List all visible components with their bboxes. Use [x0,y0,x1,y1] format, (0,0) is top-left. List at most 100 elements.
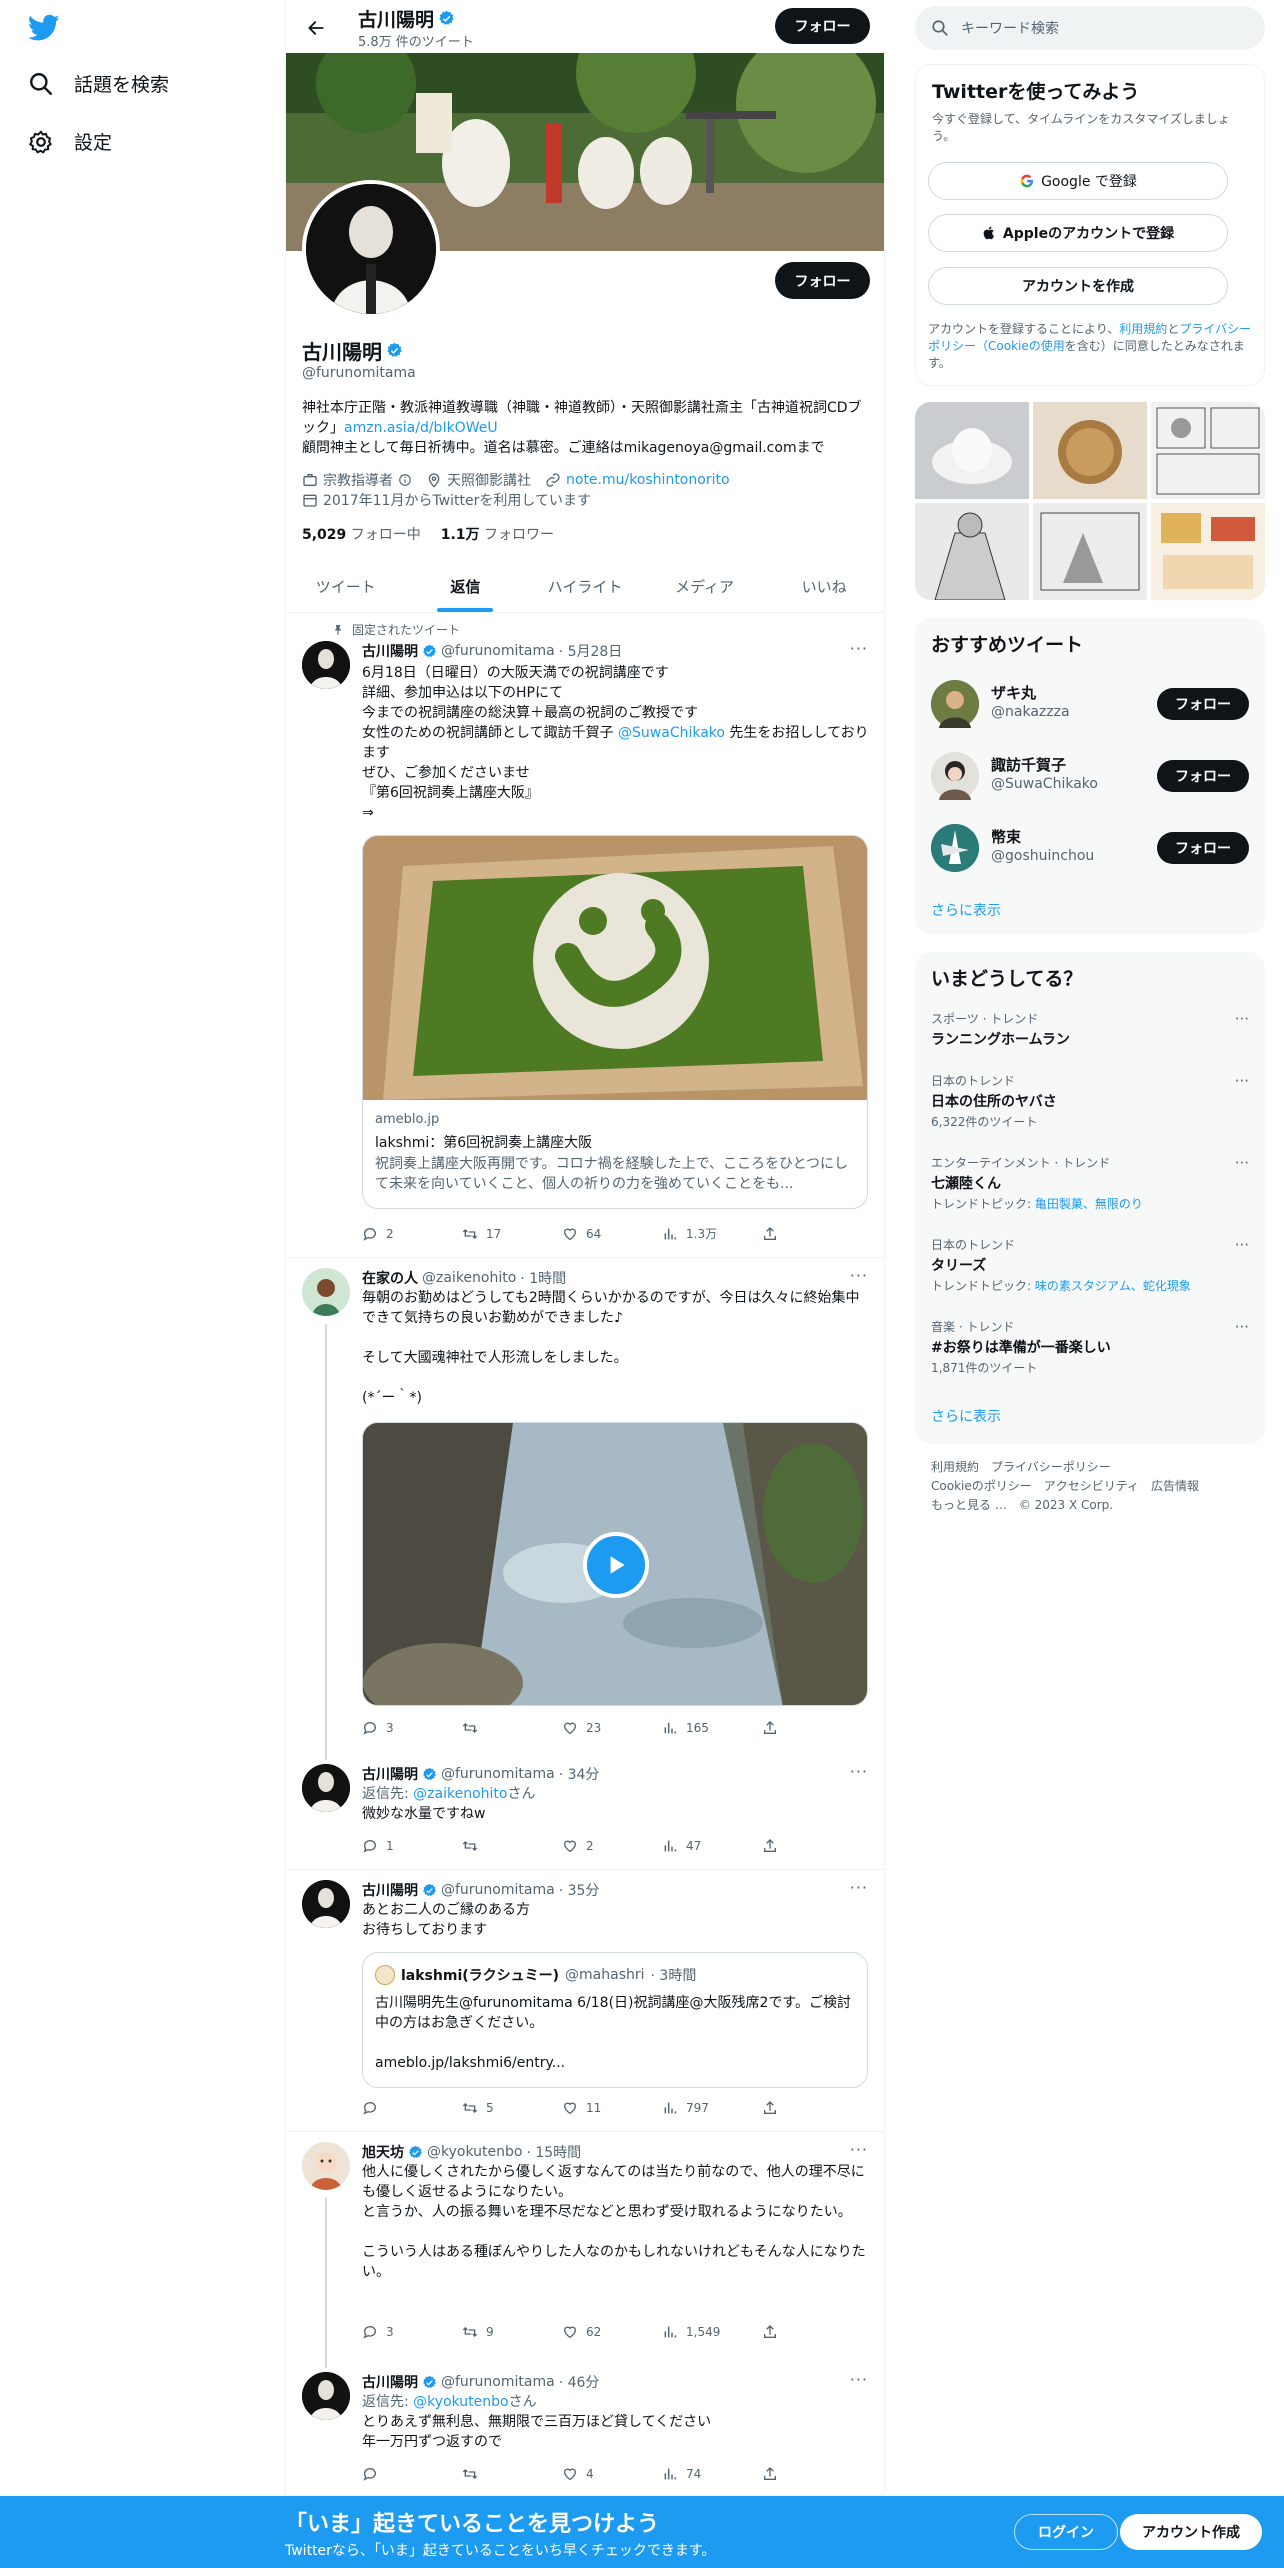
share-button[interactable] [762,1225,782,1242]
like-button[interactable]: 62 [562,2324,622,2340]
share-button[interactable] [762,1838,782,1854]
footer-line-1[interactable]: 利用規約 プライバシーポリシー [931,1458,1251,1477]
signup-button[interactable]: アカウント作成 [1120,2514,1262,2550]
create-account-button[interactable]: アカウントを作成 [928,267,1228,305]
more-options-icon[interactable]: ··· [850,639,868,658]
trend-item[interactable]: 日本のトレンド 日本の住所のヤバさ 6,322件のツイート ··· [931,1072,1249,1130]
more-options-icon[interactable]: ··· [850,1266,868,1285]
more-options-icon[interactable]: ··· [1235,1072,1249,1090]
tweet-author-name[interactable]: 古川陽明 [362,2372,418,2392]
info-icon[interactable] [398,473,412,487]
views-button[interactable]: 1,549 [662,2324,722,2340]
tab-replies[interactable]: 返信 [406,560,526,612]
trend-item[interactable]: 音楽 · トレンド #お祭りは準備が一番楽しい 1,871件のツイート ··· [931,1318,1249,1376]
tweet-time[interactable]: · 5月28日 [559,641,623,661]
avatar[interactable] [302,2142,350,2190]
followers-link[interactable]: 1.1万 フォロワー [441,524,554,544]
reply-button[interactable]: 3 [362,1720,422,1736]
retweet-button[interactable]: 5 [462,2100,522,2116]
nav-settings[interactable]: 設定 [28,128,112,155]
views-button[interactable]: 797 [662,2100,722,2116]
views-button[interactable]: 165 [662,1720,722,1736]
quoted-tweet[interactable]: lakshmi(ラクシュミー) @mahashri · 3時間 古川陽明先生@f… [362,1952,868,2088]
tweet-author-handle[interactable]: @furunomitama [441,1882,555,1898]
follow-button[interactable]: フォロー [1157,832,1249,864]
retweet-button[interactable]: 17 [462,1225,522,1242]
recommended-show-more[interactable]: さらに表示 [931,900,1001,920]
tweet-author-name[interactable]: 古川陽明 [362,641,418,661]
terms-link[interactable]: 利用規約 [1119,322,1167,336]
reply-button[interactable] [362,2466,422,2482]
retweet-button[interactable]: 9 [462,2324,522,2340]
header-follow-button[interactable]: フォロー [775,8,870,44]
tweet-author-handle[interactable]: @furunomitama [441,2374,555,2390]
reply-button[interactable]: 2 [362,1225,422,1242]
retweet-button[interactable] [462,2466,522,2482]
follow-button[interactable]: フォロー [1157,760,1249,792]
back-button[interactable] [300,12,332,44]
apple-signup-button[interactable]: Appleのアカウントで登録 [928,214,1228,252]
tab-likes[interactable]: いいね [764,560,884,612]
recommended-user[interactable]: 諏訪千賀子 @SuwaChikako フォロー [931,748,1249,804]
share-button[interactable] [762,2100,782,2116]
tweet-time[interactable]: · 15時間 [526,2142,581,2162]
views-button[interactable]: 1.3万 [662,1225,722,1242]
tweet-author-handle[interactable]: @furunomitama [441,643,555,659]
more-options-icon[interactable]: ··· [1235,1154,1249,1172]
profile-follow-button[interactable]: フォロー [775,262,870,299]
tweet-author-name[interactable]: 旭天坊 [362,2142,404,2162]
reply-to-link[interactable]: @kyokutenbo [413,2394,508,2410]
more-options-icon[interactable]: ··· [850,2140,868,2159]
trend-item[interactable]: スポーツ · トレンド ランニングホームラン ··· [931,1010,1249,1049]
avatar[interactable] [302,1764,350,1812]
like-button[interactable]: 2 [562,1838,622,1854]
profile-website-text[interactable]: note.mu/koshintonorito [566,472,730,488]
twitter-logo-icon[interactable] [27,14,60,46]
tweet-author-handle[interactable]: @furunomitama [441,1766,555,1782]
like-button[interactable]: 4 [562,2466,622,2482]
mention-link[interactable]: @SuwaChikako [618,725,725,741]
reply-to-link[interactable]: @zaikenohito [413,1786,507,1802]
more-options-icon[interactable]: ··· [1235,1236,1249,1254]
tweet-pinned[interactable]: 固定されたツイート 古川陽明 @furunomitama · 5月28日 ···… [286,613,884,1258]
reply-button[interactable]: 3 [362,2324,422,2340]
tweet-time[interactable]: · 46分 [559,2372,600,2392]
avatar[interactable] [302,1268,350,1316]
tweet-reply-2[interactable]: 古川陽明 @furunomitama · 46分 ··· 返信先: @kyoku… [286,2362,884,2496]
avatar[interactable] [302,641,350,689]
tweet-author-name[interactable]: 古川陽明 [362,1764,418,1784]
nav-explore[interactable]: 話題を検索 [28,70,169,97]
profile-website[interactable]: note.mu/koshintonorito [545,472,730,488]
tweet-quote[interactable]: 古川陽明 @furunomitama · 35分 ··· あとお二人のご縁のある… [286,1870,884,2132]
tweet-kyokutenbo[interactable]: 旭天坊 @kyokutenbo · 15時間 ··· 他人に優しくされたから優し… [286,2132,884,2368]
media-thumbnail[interactable] [1033,402,1147,499]
tab-tweets[interactable]: ツイート [286,560,406,612]
tab-media[interactable]: メディア [645,560,765,612]
like-button[interactable]: 11 [562,2100,622,2116]
footer-line-2[interactable]: Cookieのポリシー アクセシビリティ 広告情報 [931,1477,1251,1496]
retweet-button[interactable] [462,1720,522,1736]
avatar[interactable] [302,1880,350,1928]
tweet-author-handle[interactable]: @kyokutenbo [427,2144,522,2160]
share-button[interactable] [762,1720,782,1736]
share-button[interactable] [762,2466,782,2482]
link-card[interactable]: ameblo.jp lakshmi：第6回祝詞奏上講座大阪 祝詞奏上講座大阪再開… [362,835,868,1209]
login-button[interactable]: ログイン [1014,2514,1118,2550]
media-thumbnail[interactable] [915,402,1029,499]
tweet-time[interactable]: · 35分 [559,1880,600,1900]
trend-topic-links[interactable]: 亀田製菓、無限のり [1035,1197,1143,1211]
tweet-video[interactable] [362,1422,868,1706]
retweet-button[interactable] [462,1838,522,1854]
more-options-icon[interactable]: ··· [850,1762,868,1781]
trend-item[interactable]: 日本のトレンド タリーズ トレンドトピック: 味の素スタジアム、蛇化現象 ··· [931,1236,1249,1294]
more-options-icon[interactable]: ··· [850,1878,868,1897]
reply-button[interactable] [362,2100,422,2116]
reply-button[interactable]: 1 [362,1838,422,1854]
recommended-user[interactable]: ザキ丸 @nakazzza フォロー [931,676,1249,732]
trends-show-more[interactable]: さらに表示 [931,1406,1001,1426]
search-bar[interactable]: キーワード検索 [915,6,1265,50]
avatar[interactable] [302,2372,350,2420]
media-thumbnail[interactable] [1033,503,1147,600]
google-signup-button[interactable]: Google で登録 [928,162,1228,200]
trend-topic-links[interactable]: 味の素スタジアム、蛇化現象 [1035,1279,1191,1293]
